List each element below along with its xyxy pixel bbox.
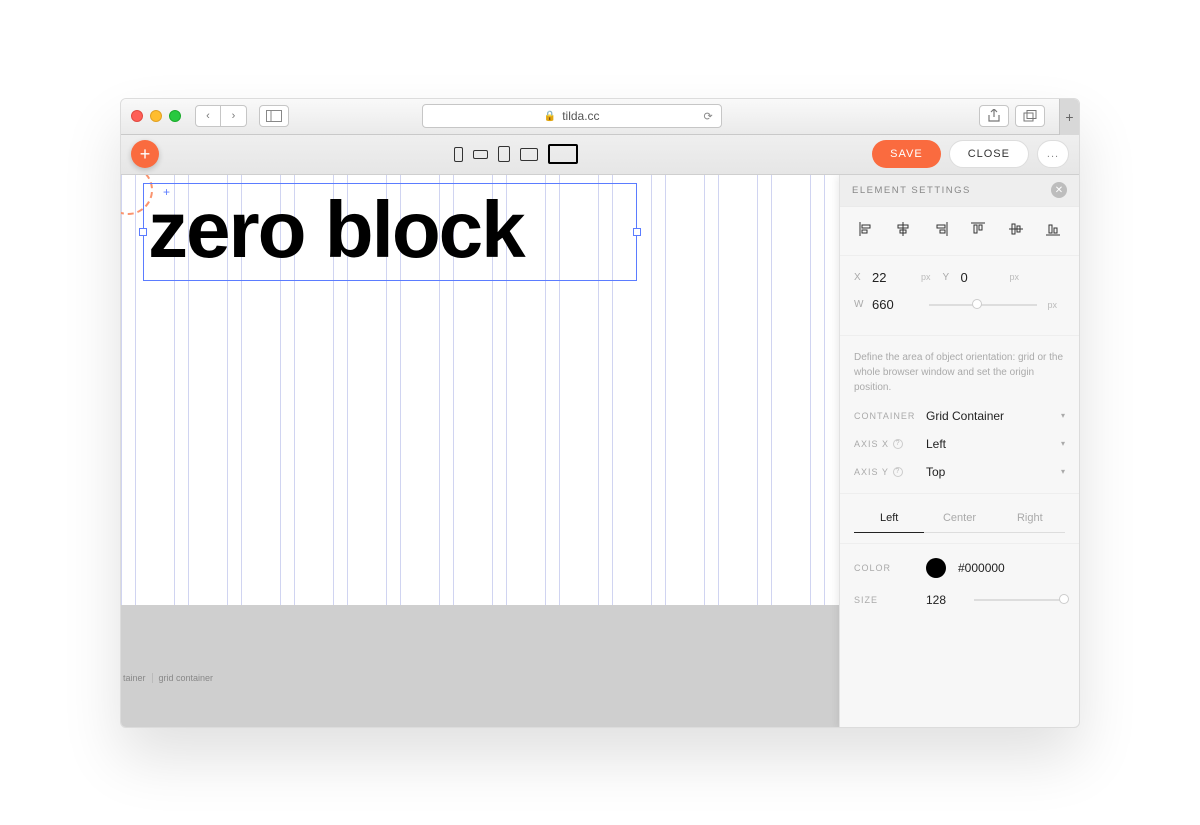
editor-toolbar: + SAVE CLOSE ... xyxy=(121,135,1079,175)
selected-element[interactable]: zero block xyxy=(143,183,637,281)
alignment-row xyxy=(840,207,1079,256)
breakpoint-tablet-horizontal[interactable] xyxy=(520,148,538,161)
resize-handle-left[interactable] xyxy=(139,228,147,236)
help-icon[interactable]: ? xyxy=(893,439,903,449)
panel-close-button[interactable]: ✕ xyxy=(1051,182,1067,198)
size-slider[interactable] xyxy=(974,592,1065,608)
new-tab-button[interactable]: + xyxy=(1059,99,1079,135)
breakpoint-desktop[interactable] xyxy=(548,144,578,164)
refresh-icon[interactable]: ⟳ xyxy=(703,110,712,123)
y-label: Y xyxy=(943,272,957,283)
orientation-description: Define the area of object orientation: g… xyxy=(854,350,1065,395)
share-button[interactable] xyxy=(979,105,1009,127)
y-unit: px xyxy=(1010,272,1020,282)
w-unit: px xyxy=(1047,300,1057,310)
size-label: SIZE xyxy=(854,595,926,605)
settings-panel: ELEMENT SETTINGS ✕ X 22 px Y 0 px xyxy=(839,175,1079,727)
width-slider[interactable] xyxy=(929,297,1037,313)
axis-y-label: AXIS Y? xyxy=(854,467,926,477)
chevron-down-icon: ▾ xyxy=(1061,411,1065,420)
text-align-section: Left Center Right xyxy=(840,494,1079,544)
back-button[interactable]: ‹ xyxy=(195,105,221,127)
close-window-button[interactable] xyxy=(131,110,143,122)
window-controls xyxy=(131,110,181,122)
breakpoint-switcher xyxy=(454,144,578,164)
container-dropdown[interactable]: Grid Container ▾ xyxy=(926,409,1065,423)
add-element-button[interactable]: + xyxy=(131,140,159,168)
forward-button[interactable]: › xyxy=(221,105,247,127)
breakpoint-phone[interactable] xyxy=(454,147,463,162)
align-center-v-icon[interactable] xyxy=(1008,221,1024,237)
align-left-icon[interactable] xyxy=(858,221,874,237)
tabs-button[interactable] xyxy=(1015,105,1045,127)
more-button[interactable]: ... xyxy=(1037,140,1069,168)
position-section: X 22 px Y 0 px W 660 px xyxy=(840,256,1079,336)
breakpoint-phone-horizontal[interactable] xyxy=(473,150,488,159)
color-swatch[interactable] xyxy=(926,558,946,578)
x-input[interactable]: 22 xyxy=(872,270,917,285)
align-center-h-icon[interactable] xyxy=(895,221,911,237)
save-button[interactable]: SAVE xyxy=(872,140,941,168)
w-label: W xyxy=(854,299,868,310)
panel-header: ELEMENT SETTINGS ✕ xyxy=(840,175,1079,207)
url-text: tilda.cc xyxy=(562,109,599,123)
address-bar[interactable]: 🔒 tilda.cc ⟳ xyxy=(422,104,722,128)
nav-buttons: ‹ › xyxy=(195,105,247,127)
orientation-section: Define the area of object orientation: g… xyxy=(840,336,1079,494)
help-icon[interactable]: ? xyxy=(893,467,903,477)
resize-handle-right[interactable] xyxy=(633,228,641,236)
x-label: X xyxy=(854,272,868,283)
text-align-center-tab[interactable]: Center xyxy=(924,512,994,533)
y-input[interactable]: 0 xyxy=(961,270,1006,285)
lock-icon: 🔒 xyxy=(544,111,556,122)
chevron-down-icon: ▾ xyxy=(1061,467,1065,476)
align-right-icon[interactable] xyxy=(933,221,949,237)
panel-title: ELEMENT SETTINGS xyxy=(852,185,971,196)
align-bottom-icon[interactable] xyxy=(1045,221,1061,237)
color-size-section: COLOR #000000 SIZE 128 xyxy=(840,544,1079,618)
text-align-right-tab[interactable]: Right xyxy=(995,512,1065,533)
color-value[interactable]: #000000 xyxy=(958,561,1005,575)
close-button[interactable]: CLOSE xyxy=(949,140,1029,168)
container-label: CONTAINER xyxy=(854,411,926,421)
align-top-icon[interactable] xyxy=(970,221,986,237)
axis-x-label: AXIS X? xyxy=(854,439,926,449)
footer-label-container: tainer xyxy=(123,673,153,683)
browser-window: ‹ › 🔒 tilda.cc ⟳ + + xyxy=(120,98,1080,728)
size-input[interactable]: 128 xyxy=(926,593,966,607)
x-unit: px xyxy=(921,272,931,282)
text-align-left-tab[interactable]: Left xyxy=(854,512,924,533)
breakpoint-tablet[interactable] xyxy=(498,146,510,162)
color-label: COLOR xyxy=(854,563,926,573)
axis-y-dropdown[interactable]: Top ▾ xyxy=(926,465,1065,479)
browser-chrome: ‹ › 🔒 tilda.cc ⟳ + xyxy=(121,99,1079,135)
axis-x-dropdown[interactable]: Left ▾ xyxy=(926,437,1065,451)
chevron-down-icon: ▾ xyxy=(1061,439,1065,448)
workspace: + zero block tainer grid container ELEME… xyxy=(121,175,1079,727)
w-input[interactable]: 660 xyxy=(872,297,917,312)
sidebar-toggle-button[interactable] xyxy=(259,105,289,127)
minimize-window-button[interactable] xyxy=(150,110,162,122)
footer-label-grid-container: grid container xyxy=(159,673,220,683)
maximize-window-button[interactable] xyxy=(169,110,181,122)
text-element[interactable]: zero block xyxy=(144,184,636,282)
